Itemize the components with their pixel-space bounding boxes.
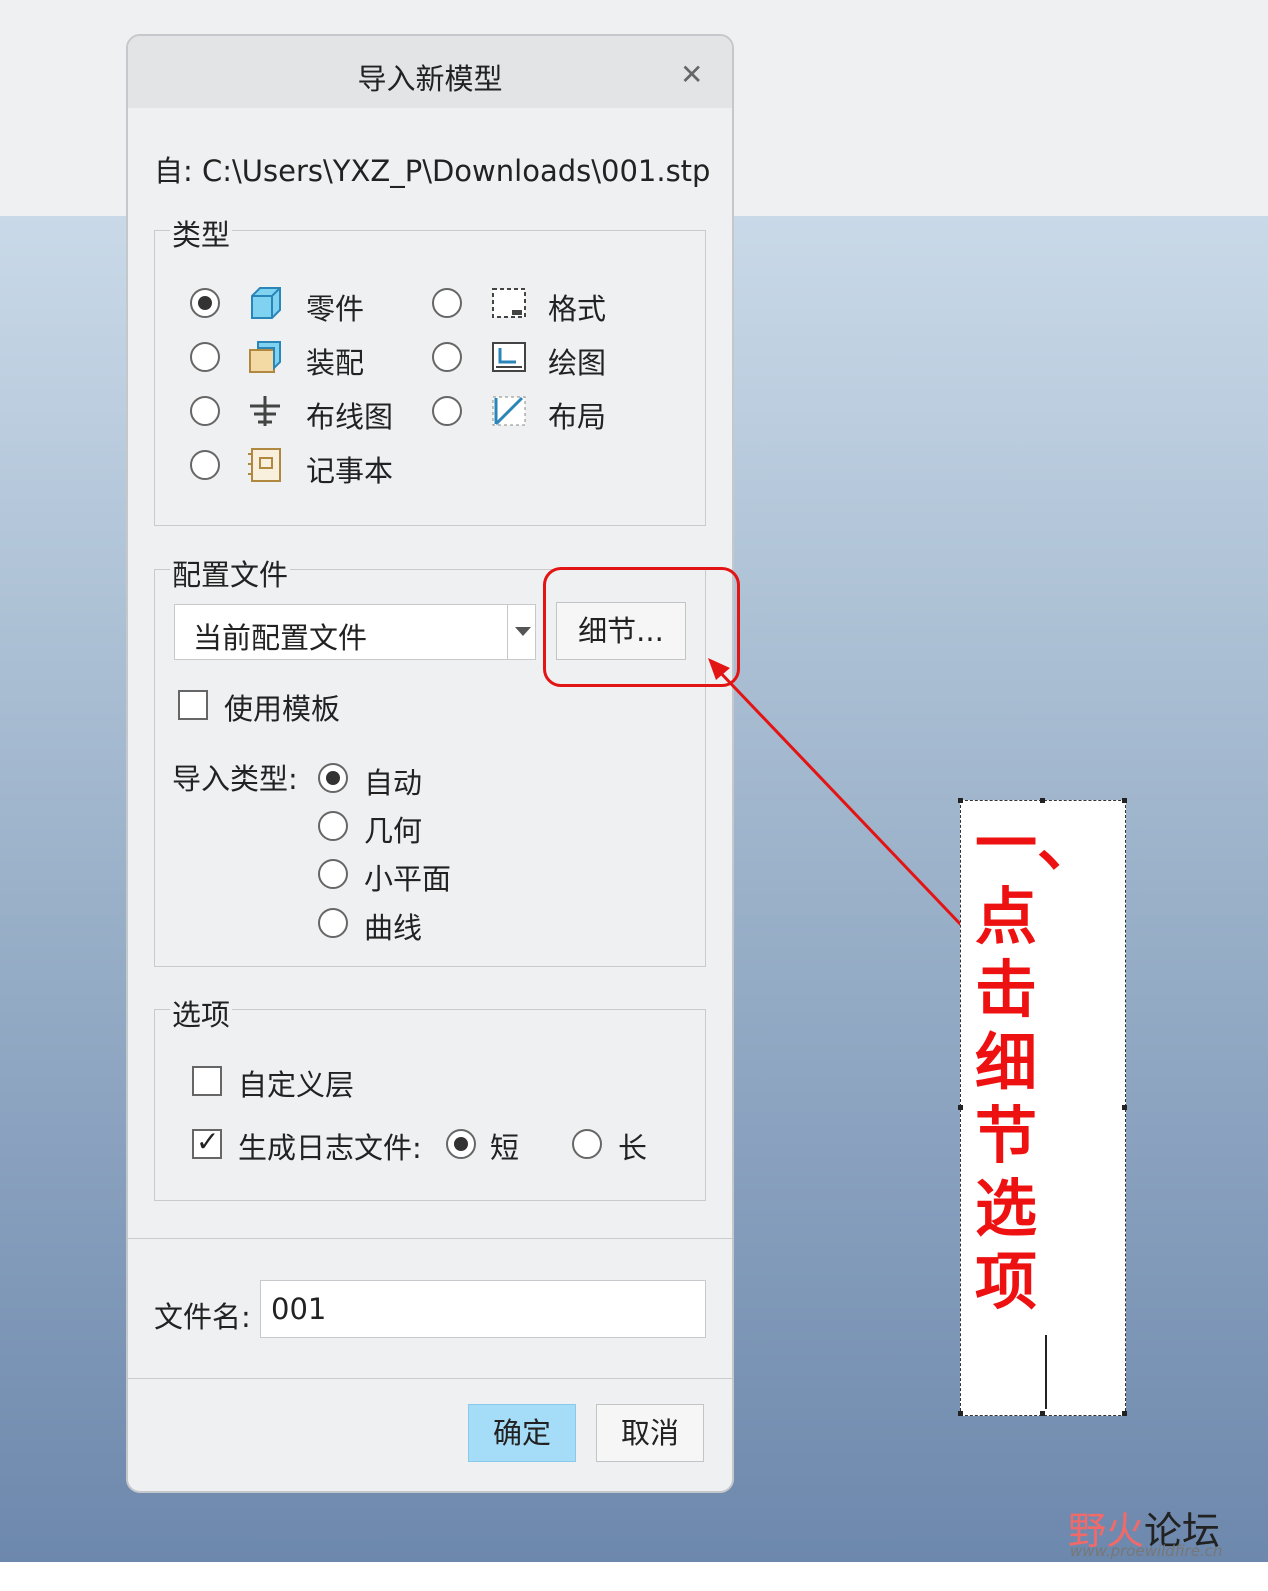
resize-handle[interactable]: [1122, 798, 1127, 803]
watermark-url: www.proewildfire.cn: [1070, 1542, 1223, 1560]
annotation-textbox[interactable]: 一、点击细节选项: [960, 800, 1126, 1416]
text-caret: [1045, 1335, 1047, 1409]
resize-handle[interactable]: [1040, 1411, 1045, 1416]
resize-handle[interactable]: [1040, 798, 1045, 803]
resize-handle[interactable]: [958, 798, 963, 803]
resize-handle[interactable]: [1122, 1105, 1127, 1110]
annotation-text: 一、点击细节选项: [975, 807, 1100, 1318]
resize-handle[interactable]: [1122, 1411, 1127, 1416]
resize-handle[interactable]: [958, 1411, 963, 1416]
resize-handle[interactable]: [958, 1105, 963, 1110]
